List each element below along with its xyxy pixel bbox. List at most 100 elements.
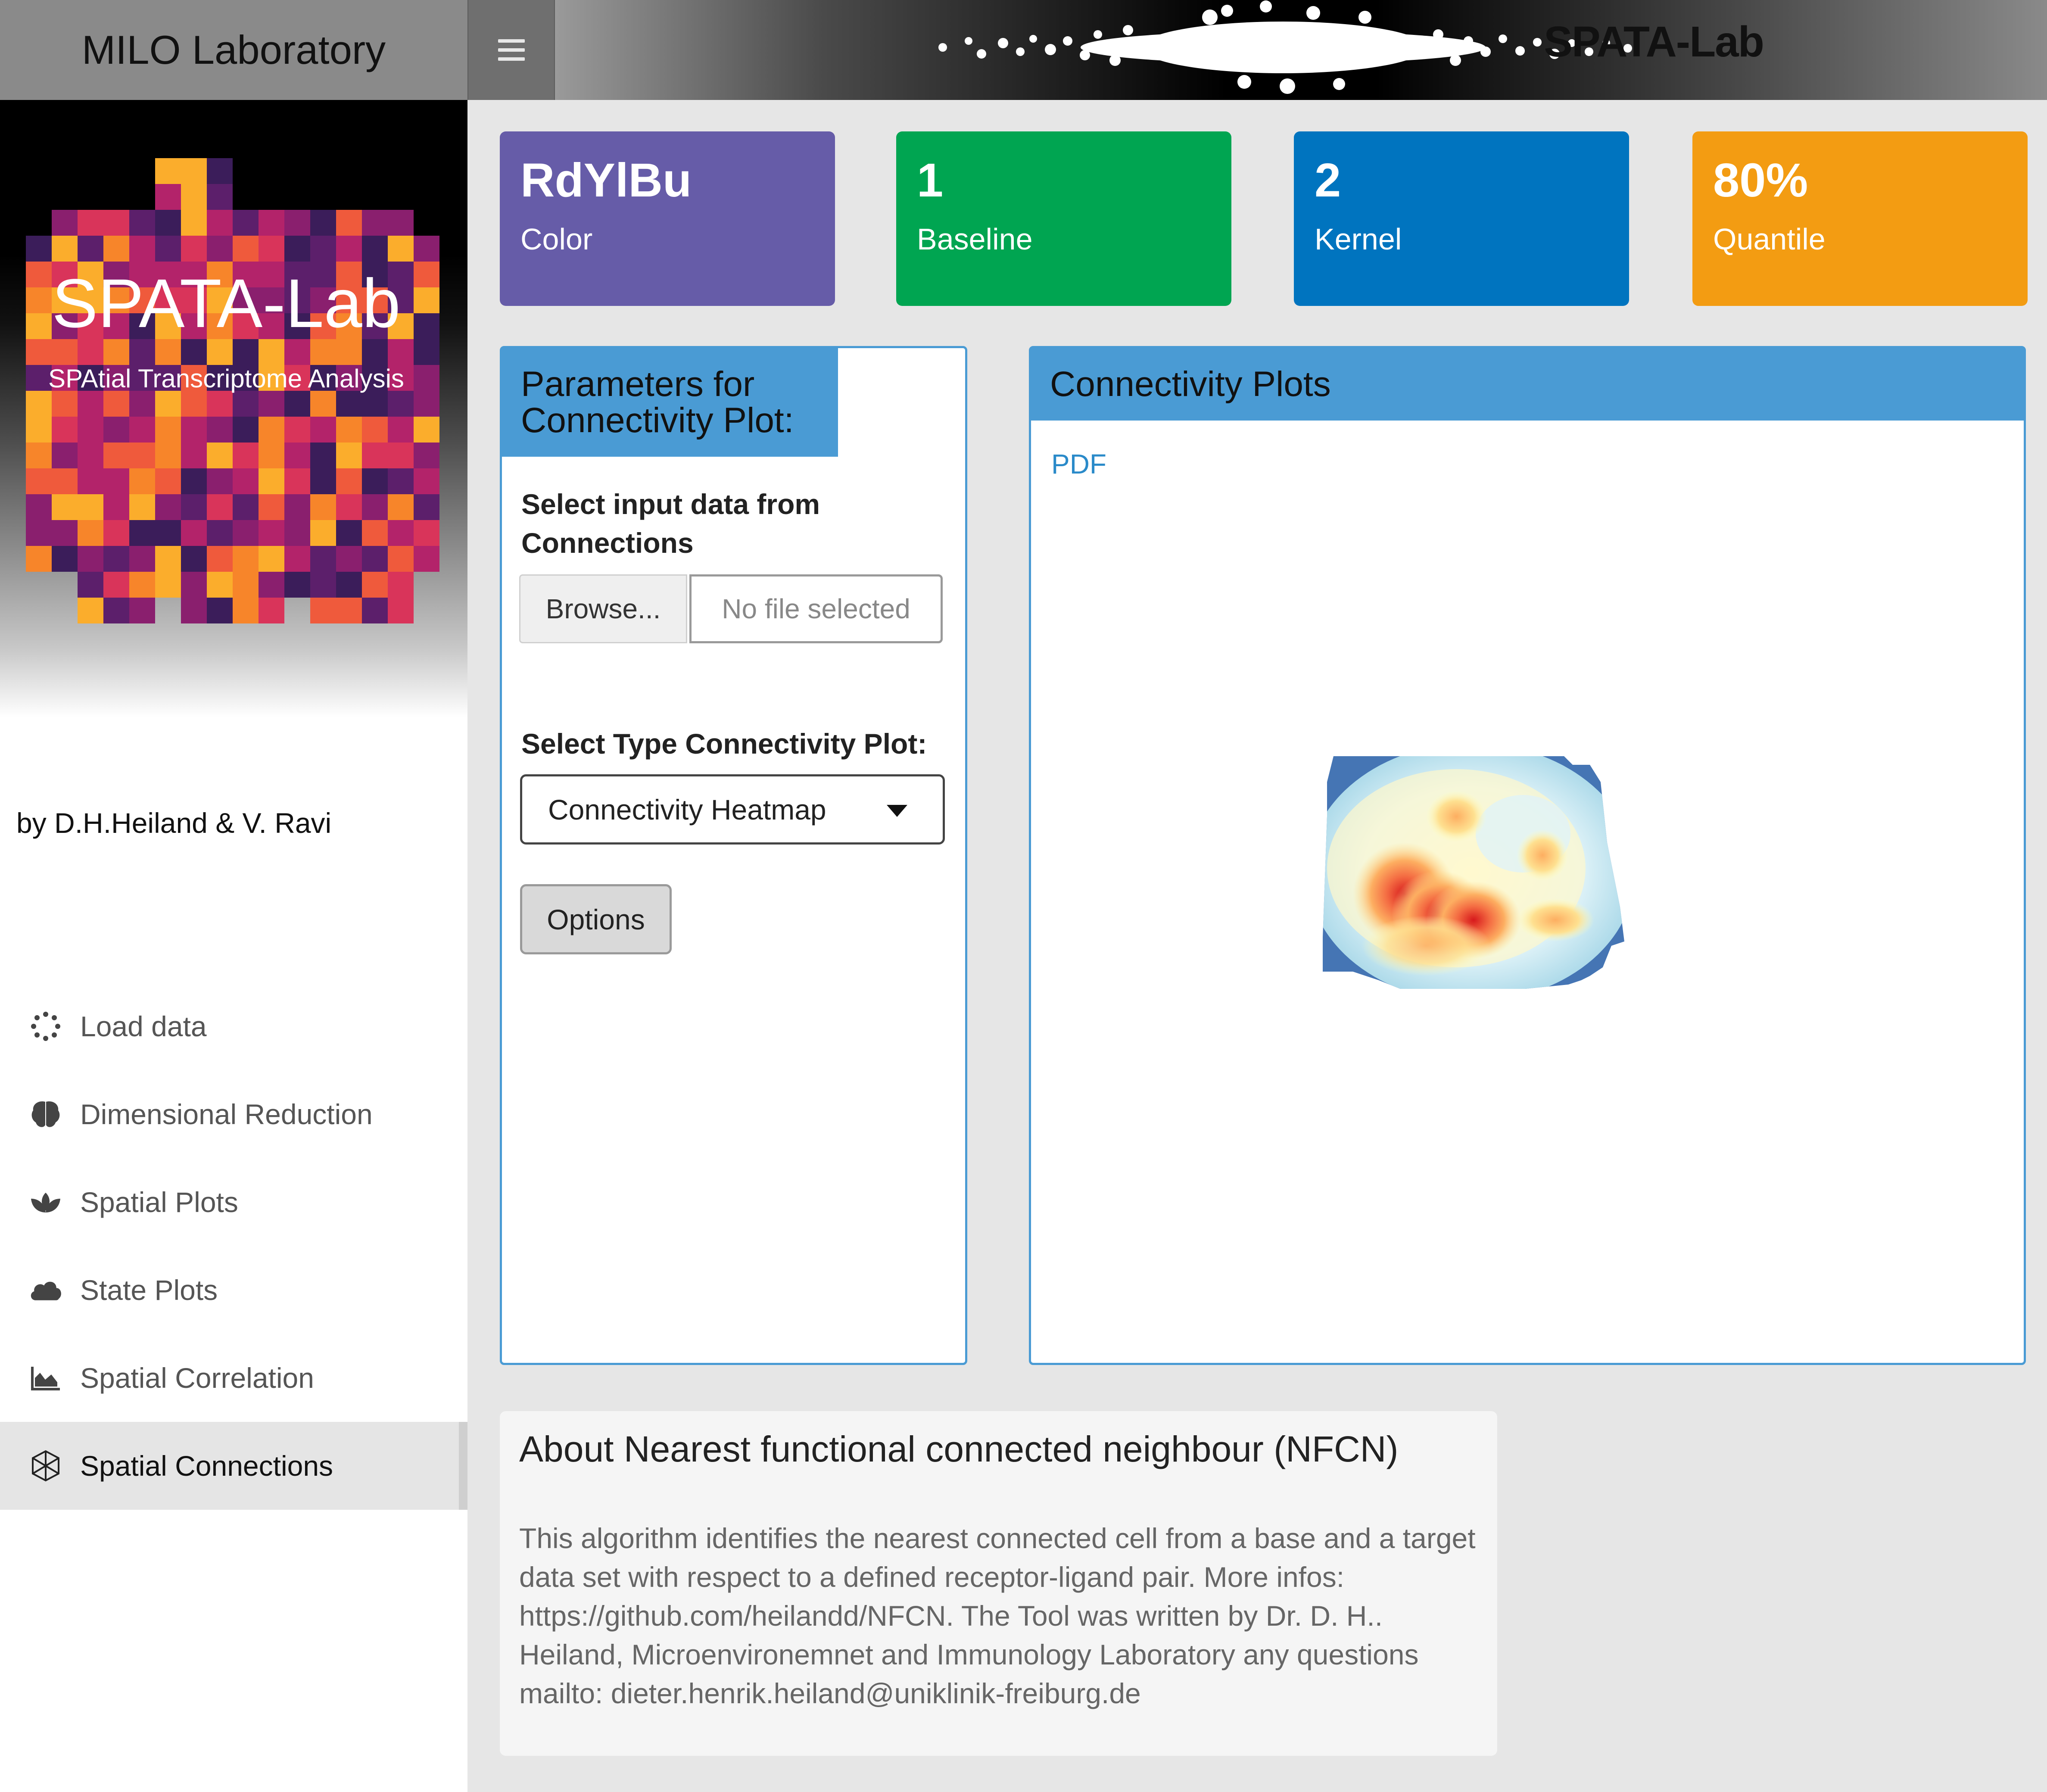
- hero-heatmap-cell: [310, 236, 336, 262]
- hero-heatmap-cell: [129, 391, 155, 417]
- hero-heatmap-cell: [129, 339, 155, 365]
- logo-text: SPATA-Lab: [1544, 18, 1764, 66]
- hero-heatmap-cell: [52, 468, 78, 494]
- hero-heatmap-cell: [207, 468, 233, 494]
- hero-heatmap-cell: [388, 494, 414, 520]
- hero-heatmap-cell: [336, 443, 362, 468]
- hero-heatmap-cell: [388, 443, 414, 468]
- pdf-download-link[interactable]: PDF: [1051, 448, 1106, 480]
- spa-icon: [28, 1185, 63, 1219]
- input-data-label: Select input data from Connections: [521, 488, 820, 559]
- hero-authors: by D.H.Heiland & V. Ravi: [16, 807, 332, 839]
- hero-heatmap-cell: [155, 468, 181, 494]
- hero-heatmap-cell: [414, 339, 439, 365]
- sidebar-item-spatial-connections[interactable]: Spatial Connections: [0, 1422, 467, 1510]
- hero-heatmap-cell: [26, 443, 52, 468]
- hero-heatmap-cell: [336, 598, 362, 623]
- hero-heatmap-cell: [129, 236, 155, 262]
- about-text: This algorithm identifies the nearest co…: [519, 1522, 1476, 1709]
- hero-heatmap-cell: [233, 391, 259, 417]
- hero-heatmap-cell: [259, 236, 284, 262]
- sidebar-item-dimensional-reduction[interactable]: Dimensional Reduction: [0, 1070, 467, 1158]
- hero-heatmap-cell: [155, 391, 181, 417]
- hero-heatmap-cell: [388, 417, 414, 443]
- hero-heatmap-cell: [103, 520, 129, 546]
- hero-heatmap-cell: [336, 546, 362, 572]
- hero-heatmap-cell: [207, 210, 233, 236]
- sidebar-item-state-plots[interactable]: State Plots: [0, 1246, 467, 1334]
- sidebar-item-label: Load data: [80, 1010, 207, 1042]
- top-header: MILO Laboratory SPATA-Lab: [0, 0, 2047, 100]
- hero-heatmap-cell: [259, 546, 284, 572]
- hero-heatmap-cell: [26, 236, 52, 262]
- hero-heatmap-cell: [207, 494, 233, 520]
- hero-heatmap-cell: [181, 417, 207, 443]
- hero-heatmap-cell: [233, 443, 259, 468]
- value-box-label: Kernel: [1315, 222, 1402, 256]
- sidebar-item-spatial-plots[interactable]: Spatial Plots: [0, 1158, 467, 1246]
- hero-heatmap-cell: [310, 339, 336, 365]
- value-box-value: 1: [917, 154, 944, 207]
- hero-heatmap-cell: [181, 546, 207, 572]
- sidebar-item-label: Spatial Plots: [80, 1186, 238, 1218]
- value-box-value: 80%: [1713, 154, 1808, 207]
- hero-heatmap-cell: [181, 339, 207, 365]
- hero-heatmap-cell: [310, 417, 336, 443]
- hero-heatmap-cell: [310, 598, 336, 623]
- sidebar-toggle-button[interactable]: [467, 0, 555, 100]
- value-box-label: Color: [520, 222, 593, 256]
- hero-heatmap-cell: [388, 339, 414, 365]
- hero-heatmap-cell: [181, 572, 207, 598]
- hero-heatmap-cell: [284, 210, 310, 236]
- plot-type-select[interactable]: Connectivity Heatmap: [520, 774, 945, 845]
- hero-heatmap-cell: [129, 598, 155, 623]
- hero-heatmap-cell: [362, 417, 388, 443]
- hero-heatmap-cell: [284, 494, 310, 520]
- connectivity-heatmap-plot: [1051, 489, 1866, 1303]
- hamburger-icon: [498, 39, 525, 61]
- brand-title[interactable]: MILO Laboratory: [0, 0, 467, 100]
- caret-down-icon: [887, 805, 907, 817]
- hero-heatmap-cell: [362, 520, 388, 546]
- hero-heatmap-cell: [336, 210, 362, 236]
- sidebar-item-load-data[interactable]: Load data: [0, 982, 467, 1070]
- hero-heatmap-cell: [103, 572, 129, 598]
- hero-heatmap-cell: [103, 391, 129, 417]
- hero-heatmap-cell: [233, 417, 259, 443]
- hero-heatmap-cell: [26, 494, 52, 520]
- sidebar-item-label: Spatial Connections: [80, 1450, 333, 1482]
- hero-heatmap-cell: [103, 339, 129, 365]
- hero-heatmap-cell: [362, 443, 388, 468]
- hero-heatmap-cell: [310, 468, 336, 494]
- hero-heatmap-cell: [26, 417, 52, 443]
- hero-heatmap-cell: [233, 572, 259, 598]
- hero-heatmap-cell: [52, 546, 78, 572]
- cloud-icon: [28, 1273, 63, 1307]
- hero-heatmap-cell: [26, 520, 52, 546]
- hero-heatmap-cell: [52, 520, 78, 546]
- hero-heatmap-cell: [388, 391, 414, 417]
- hero-heatmap-cell: [52, 236, 78, 262]
- hero-heatmap-cell: [26, 546, 52, 572]
- browse-button[interactable]: Browse...: [519, 574, 687, 643]
- hero-heatmap-cell: [155, 520, 181, 546]
- hero-heatmap-cell: [233, 236, 259, 262]
- hero-heatmap-cell: [129, 546, 155, 572]
- hero-heatmap-cell: [207, 339, 233, 365]
- hero-heatmap-cell: [362, 391, 388, 417]
- hero-heatmap-cell: [155, 572, 181, 598]
- hero-heatmap-cell: [414, 546, 439, 572]
- hero-heatmap-cell: [207, 443, 233, 468]
- sidebar-item-spatial-correlation[interactable]: Spatial Correlation: [0, 1334, 467, 1422]
- hero-heatmap-cell: [233, 210, 259, 236]
- spinner-icon: [28, 1009, 63, 1044]
- options-button[interactable]: Options: [520, 884, 672, 954]
- hero-heatmap-cell: [78, 443, 103, 468]
- hero-heatmap-cell: [103, 494, 129, 520]
- hero-heatmap-cell: [78, 494, 103, 520]
- hero-heatmap-cell: [259, 443, 284, 468]
- hero-heatmap-cell: [129, 520, 155, 546]
- file-name-field[interactable]: No file selected: [689, 574, 943, 643]
- about-box: About Nearest functional connected neigh…: [500, 1411, 1497, 1756]
- hero-heatmap-cell: [388, 546, 414, 572]
